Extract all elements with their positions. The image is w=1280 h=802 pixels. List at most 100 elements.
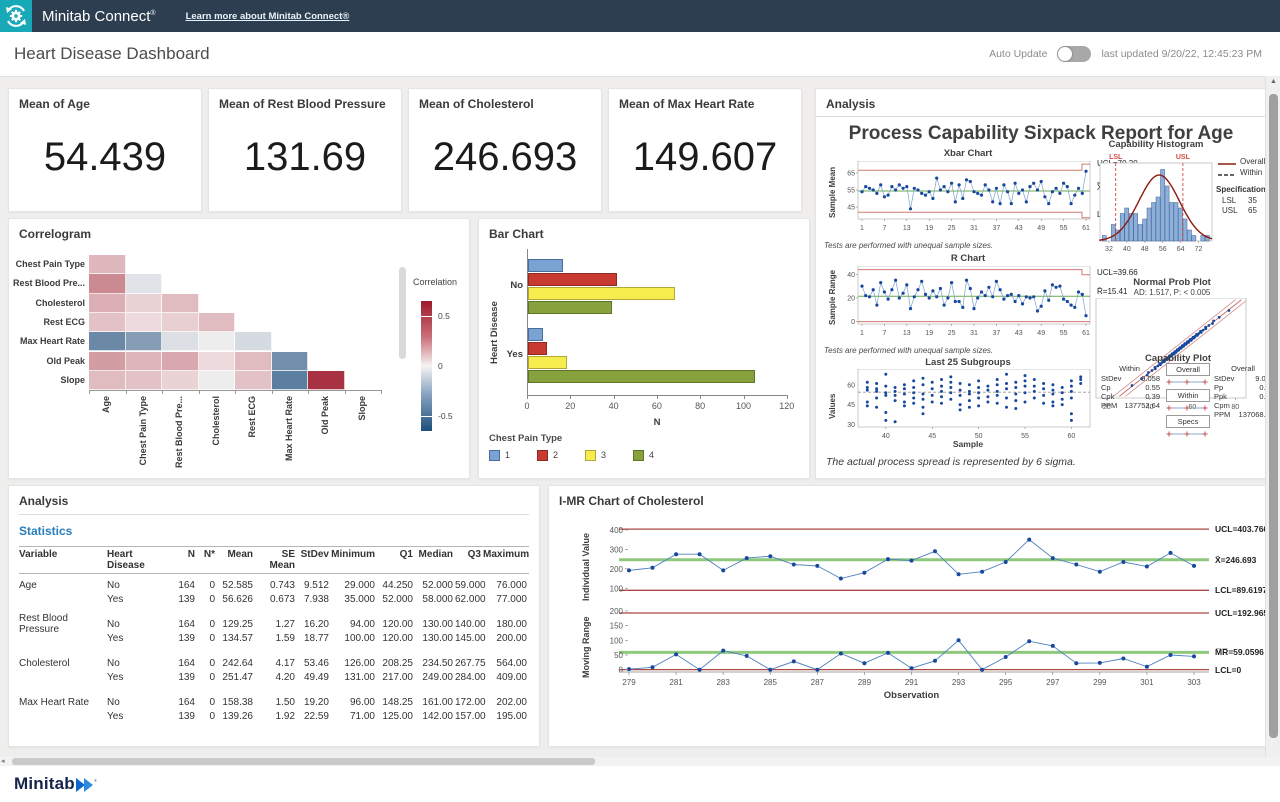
svg-text:45: 45 (847, 205, 855, 212)
heatmap-cell[interactable] (126, 274, 163, 293)
legend-swatch (633, 450, 644, 461)
table-cell: 242.64 (217, 658, 255, 669)
svg-text:291: 291 (905, 678, 919, 687)
heatmap-cell[interactable] (126, 294, 163, 313)
stat-name: Cp (1101, 383, 1111, 392)
bar[interactable] (528, 328, 543, 341)
last-updated-text: last updated 9/20/22, 12:45:23 PM (1101, 48, 1262, 60)
heatmap-cell[interactable] (235, 352, 272, 371)
heatmap-cell[interactable] (89, 255, 126, 274)
vertical-scrollbar-thumb[interactable] (1269, 94, 1278, 738)
table-cell: 19.20 (297, 697, 331, 708)
table-row: AgeNo164052.5850.7439.51229.00044.25052.… (19, 578, 529, 592)
table-cell: Cholesterol (19, 658, 107, 669)
heatmap-cell[interactable] (162, 371, 199, 390)
table-header-row: VariableHeart DiseaseNN*MeanSE MeanStDev… (19, 546, 529, 574)
control-limit-label: UCL=192.965 (1215, 608, 1268, 618)
heatmap-cell[interactable] (235, 332, 272, 351)
heatmap-cell[interactable] (126, 371, 163, 390)
heatmap-cell[interactable] (89, 371, 126, 390)
minitab-connect-dashboard: Minitab Connect® Learn more about Minita… (0, 0, 1280, 802)
table-group: CholesterolNo1640242.644.1753.46126.0020… (19, 656, 529, 684)
horizontal-scrollbar-thumb[interactable] (12, 758, 595, 765)
heatmap-cell[interactable] (308, 371, 345, 390)
svg-text:303: 303 (1187, 678, 1201, 687)
learn-more-link[interactable]: Learn more about Minitab Connect® (186, 11, 350, 22)
table-cell: No (107, 580, 173, 591)
svg-text:293: 293 (952, 678, 966, 687)
heatmap-cell[interactable] (89, 294, 126, 313)
interval-line (1165, 377, 1209, 387)
bar[interactable] (528, 301, 612, 314)
kpi-title: Mean of Max Heart Rate (619, 97, 754, 111)
control-limit-label: UCL=39.66 (1097, 268, 1138, 277)
heatmap-cell[interactable] (272, 352, 309, 371)
category-label: No (499, 280, 523, 291)
interval-line (1165, 429, 1209, 439)
heatmap-cell[interactable] (199, 371, 236, 390)
heatmap-col-label: Rest Blood Pre... (174, 396, 184, 474)
analysis-statistics-panel: Analysis Statistics VariableHeart Diseas… (8, 485, 540, 747)
heatmap-cell[interactable] (126, 313, 163, 332)
table-group: Max Heart RateNo1640158.381.5019.2096.00… (19, 695, 529, 723)
bar[interactable] (528, 342, 547, 355)
legend-tick-label: 0.5 (438, 311, 450, 321)
panel-title: Analysis (19, 494, 68, 508)
minitab-connect-logo[interactable] (0, 0, 32, 32)
heatmap-cell[interactable] (199, 352, 236, 371)
toggle-knob (1058, 47, 1072, 61)
svg-text:61: 61 (1082, 225, 1090, 232)
scroll-left-arrow[interactable]: ◂ (1, 757, 5, 765)
table-cell: 49.49 (297, 672, 331, 683)
heatmap-cell[interactable] (162, 294, 199, 313)
heatmap-cell[interactable] (272, 371, 309, 390)
svg-text:37: 37 (993, 330, 1001, 337)
horizontal-scrollbar[interactable]: ◂ (0, 757, 1280, 766)
table-cell: 56.626 (217, 594, 255, 605)
heatmap-cell[interactable] (162, 313, 199, 332)
table-header-cell: Median (415, 549, 455, 571)
interval-line (1165, 403, 1209, 413)
table-cell: 1.27 (255, 619, 297, 630)
panel-scrollbar-thumb[interactable] (399, 267, 406, 359)
auto-update-toggle[interactable] (1057, 46, 1091, 62)
heatmap-cell[interactable] (89, 274, 126, 293)
legend-tick-label: 0 (438, 361, 443, 371)
correlogram-panel: Correlogram Chest Pain TypeRest Blood Pr… (8, 218, 470, 479)
table-cell: Yes (107, 633, 173, 644)
table-cell: 157.00 (455, 711, 483, 722)
table-cell: 234.50 (415, 658, 455, 669)
heatmap-cell[interactable] (162, 332, 199, 351)
vertical-scrollbar[interactable]: ▲ (1265, 76, 1280, 757)
svg-text:301: 301 (1140, 678, 1154, 687)
heatmap-cell[interactable] (89, 313, 126, 332)
bar[interactable] (528, 273, 617, 286)
scroll-up-arrow[interactable]: ▲ (1270, 78, 1277, 85)
heatmap-cell[interactable] (89, 352, 126, 371)
heatmap-cell[interactable] (89, 332, 126, 351)
bar[interactable] (528, 356, 567, 369)
table-cell: 120.00 (377, 619, 415, 630)
heatmap-row-label: Rest Blood Pre... (11, 278, 85, 288)
chart-title: Normal Prob Plot (1094, 277, 1250, 288)
control-limit-label: LCL=0 (1215, 665, 1241, 675)
heatmap-cell[interactable] (199, 313, 236, 332)
heatmap-cell[interactable] (126, 352, 163, 371)
bar[interactable] (528, 259, 563, 272)
svg-text:61: 61 (1082, 330, 1090, 337)
stat-name: Pp (1214, 383, 1223, 392)
heatmap-row-label: Slope (11, 375, 85, 385)
control-limit-label: X̄=246.693 (1215, 555, 1256, 565)
table-header-cell: N (173, 549, 197, 571)
kpi-value: 246.693 (409, 135, 601, 180)
x-tick-label: 80 (690, 401, 710, 411)
heatmap-cell[interactable] (126, 332, 163, 351)
x-tick (744, 395, 745, 399)
bar[interactable] (528, 287, 675, 300)
heatmap-cell[interactable] (235, 371, 272, 390)
bar[interactable] (528, 370, 755, 383)
svg-text:56: 56 (1159, 246, 1167, 253)
svg-text:299: 299 (1093, 678, 1107, 687)
heatmap-cell[interactable] (199, 332, 236, 351)
heatmap-cell[interactable] (162, 352, 199, 371)
